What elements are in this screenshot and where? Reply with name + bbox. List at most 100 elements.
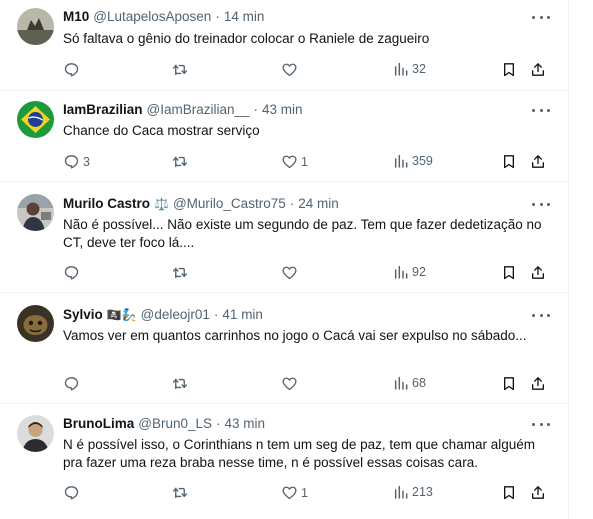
bookmark-button[interactable] bbox=[501, 375, 517, 392]
reply-button[interactable]: 3 bbox=[63, 153, 90, 170]
bookmark-icon bbox=[501, 61, 517, 78]
avatar[interactable] bbox=[17, 8, 54, 45]
reply-button[interactable] bbox=[63, 61, 83, 78]
more-dots-icon[interactable] bbox=[532, 419, 550, 429]
like-button[interactable]: 1 bbox=[281, 484, 308, 501]
retweet-button[interactable] bbox=[171, 484, 192, 501]
views-chart-icon bbox=[393, 153, 409, 169]
bookmark-button[interactable] bbox=[501, 61, 517, 78]
reply-button[interactable] bbox=[63, 264, 83, 281]
user-handle[interactable]: @Murilo_Castro75 bbox=[173, 196, 286, 211]
views-count: 32 bbox=[412, 62, 426, 76]
name-emoji: ⚖️ bbox=[154, 196, 169, 211]
reply-icon bbox=[63, 61, 80, 78]
views-count: 213 bbox=[412, 485, 433, 499]
timestamp[interactable]: 24 min bbox=[298, 196, 339, 211]
retweet-button[interactable] bbox=[171, 61, 192, 78]
bookmark-icon bbox=[501, 264, 517, 281]
timestamp[interactable]: 14 min bbox=[224, 9, 265, 24]
tweet-text: Chance do Caca mostrar serviço bbox=[63, 123, 260, 138]
separator-dot: · bbox=[215, 9, 220, 24]
retweet-icon bbox=[171, 375, 189, 392]
display-name[interactable]: IamBrazilian bbox=[63, 102, 143, 117]
tweet-feed: M10 @LutapelosAposen · 14 min Só faltava… bbox=[0, 0, 569, 519]
tweet[interactable]: M10 @LutapelosAposen · 14 min Só faltava… bbox=[0, 0, 568, 91]
tweet[interactable]: BrunoLima @Brun0_LS · 43 min N é possíve… bbox=[0, 404, 568, 519]
retweet-button[interactable] bbox=[171, 264, 192, 281]
views-count: 92 bbox=[412, 265, 426, 279]
more-dots-icon[interactable] bbox=[532, 199, 550, 209]
views-count: 359 bbox=[412, 154, 433, 168]
avatar[interactable] bbox=[17, 305, 54, 342]
user-handle[interactable]: @IamBrazilian__ bbox=[147, 102, 250, 117]
action-bar: 32 bbox=[63, 61, 553, 79]
share-icon bbox=[530, 375, 546, 392]
like-button[interactable]: 1 bbox=[281, 153, 308, 170]
like-count: 1 bbox=[301, 485, 308, 500]
user-handle[interactable]: @Brun0_LS bbox=[138, 416, 212, 431]
display-name[interactable]: Murilo Castro bbox=[63, 196, 150, 211]
share-button[interactable] bbox=[530, 61, 546, 78]
like-button[interactable] bbox=[281, 61, 301, 78]
action-bar: 1 213 bbox=[63, 484, 553, 502]
reply-button[interactable] bbox=[63, 375, 83, 392]
reply-icon bbox=[63, 484, 80, 501]
reply-icon bbox=[63, 153, 80, 170]
timestamp[interactable]: 43 min bbox=[225, 416, 266, 431]
avatar[interactable] bbox=[17, 101, 54, 138]
like-button[interactable] bbox=[281, 375, 301, 392]
share-icon bbox=[530, 484, 546, 501]
heart-icon bbox=[281, 484, 298, 501]
more-dots-icon[interactable] bbox=[532, 310, 550, 320]
heart-icon bbox=[281, 61, 298, 78]
retweet-icon bbox=[171, 153, 189, 170]
retweet-icon bbox=[171, 484, 189, 501]
share-icon bbox=[530, 61, 546, 78]
views-chart-icon bbox=[393, 264, 409, 280]
views-button[interactable]: 213 bbox=[393, 484, 433, 500]
bookmark-button[interactable] bbox=[501, 264, 517, 281]
action-bar: 92 bbox=[63, 264, 553, 282]
tweet-text: Vamos ver em quantos carrinhos no jogo o… bbox=[63, 328, 527, 343]
user-handle[interactable]: @LutapelosAposen bbox=[93, 9, 211, 24]
reply-icon bbox=[63, 264, 80, 281]
tweet[interactable]: IamBrazilian @IamBrazilian__ · 43 min Ch… bbox=[0, 91, 568, 182]
like-button[interactable] bbox=[281, 264, 301, 281]
reply-button[interactable] bbox=[63, 484, 83, 501]
avatar[interactable] bbox=[17, 415, 54, 452]
avatar[interactable] bbox=[17, 194, 54, 231]
views-button[interactable]: 68 bbox=[393, 375, 426, 391]
timestamp[interactable]: 41 min bbox=[222, 307, 263, 322]
timestamp[interactable]: 43 min bbox=[262, 102, 303, 117]
tweet-header: Murilo Castro ⚖️ @Murilo_Castro75 · 24 m… bbox=[63, 196, 339, 211]
bookmark-button[interactable] bbox=[501, 153, 517, 170]
views-button[interactable]: 359 bbox=[393, 153, 433, 169]
tweet[interactable]: Sylvio 🏴‍☠️🧞 @deleojr01 · 41 min Vamos v… bbox=[0, 293, 568, 404]
views-chart-icon bbox=[393, 61, 409, 77]
bookmark-icon bbox=[501, 375, 517, 392]
display-name[interactable]: BrunoLima bbox=[63, 416, 134, 431]
retweet-button[interactable] bbox=[171, 375, 192, 392]
views-button[interactable]: 92 bbox=[393, 264, 426, 280]
action-bar: 3 1 359 bbox=[63, 153, 553, 171]
share-button[interactable] bbox=[530, 375, 546, 392]
share-button[interactable] bbox=[530, 264, 546, 281]
more-dots-icon[interactable] bbox=[532, 105, 550, 115]
name-emoji: 🏴‍☠️🧞 bbox=[106, 307, 137, 322]
retweet-button[interactable] bbox=[171, 153, 192, 170]
retweet-icon bbox=[171, 61, 189, 78]
tweet-header: BrunoLima @Brun0_LS · 43 min bbox=[63, 416, 265, 431]
display-name[interactable]: Sylvio bbox=[63, 307, 103, 322]
share-button[interactable] bbox=[530, 484, 546, 501]
user-handle[interactable]: @deleojr01 bbox=[141, 307, 210, 322]
separator-dot: · bbox=[213, 307, 219, 322]
views-button[interactable]: 32 bbox=[393, 61, 426, 77]
more-dots-icon[interactable] bbox=[532, 12, 550, 22]
share-button[interactable] bbox=[530, 153, 546, 170]
reply-count: 3 bbox=[83, 154, 90, 169]
bookmark-button[interactable] bbox=[501, 484, 517, 501]
tweet[interactable]: Murilo Castro ⚖️ @Murilo_Castro75 · 24 m… bbox=[0, 182, 568, 293]
display-name[interactable]: M10 bbox=[63, 9, 89, 24]
views-chart-icon bbox=[393, 375, 409, 391]
views-chart-icon bbox=[393, 484, 409, 500]
